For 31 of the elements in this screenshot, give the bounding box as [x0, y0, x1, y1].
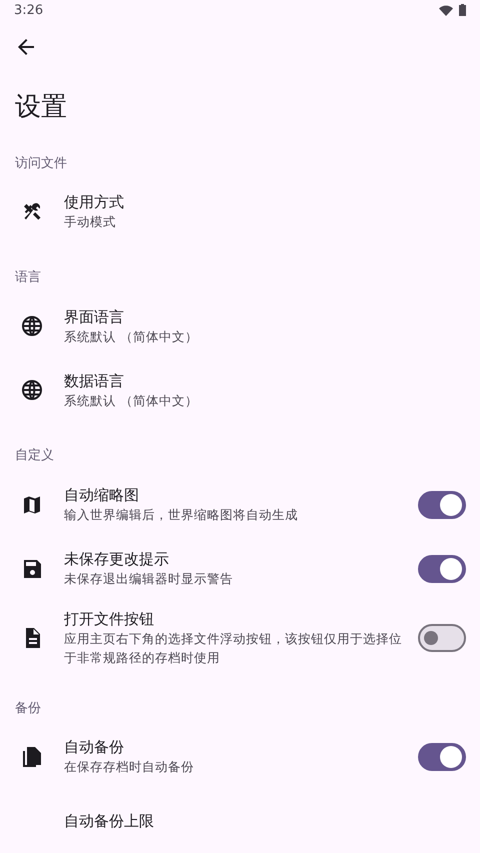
status-time: 3:26	[14, 2, 44, 18]
toggle-switch[interactable]	[418, 742, 466, 771]
section-header: 语言	[15, 269, 41, 286]
setting-title: 自动备份	[64, 737, 125, 758]
setting-title: 数据语言	[64, 370, 125, 391]
setting-title: 使用方式	[64, 192, 125, 212]
globe-icon	[20, 314, 44, 338]
copy-icon	[20, 744, 44, 769]
setting-description: 系统默认 （简体中文）	[64, 392, 199, 410]
section-header: 备份	[15, 700, 41, 717]
wifi-icon	[439, 4, 453, 16]
globe-icon	[20, 378, 44, 402]
setting-description: 在保存存档时自动备份	[64, 758, 195, 776]
setting-description: 手动模式	[64, 213, 117, 232]
back-arrow-icon	[18, 38, 34, 55]
toggle-switch[interactable]	[418, 554, 466, 583]
setting-title: 自动备份上限	[64, 810, 155, 831]
setting-title: 打开文件按钮	[64, 608, 155, 629]
toggle-switch[interactable]	[418, 624, 466, 652]
battery-icon	[459, 4, 466, 16]
setting-title: 未保存更改提示	[64, 549, 170, 570]
section-header: 自定义	[15, 447, 54, 464]
setting-title: 界面语言	[64, 306, 125, 327]
setting-description: 输入世界编辑后，世界缩略图将自动生成	[64, 506, 299, 524]
setting-description: 系统默认 （简体中文）	[64, 328, 199, 346]
toggle-switch[interactable]	[418, 490, 466, 519]
page-title: 设置	[15, 90, 67, 124]
setting-description: 应用主页右下角的选择文件浮动按钮，该按钮仅用于选择位于非常规路径的存档时使用	[64, 630, 402, 667]
setting-description: 未保存退出编辑器时显示警告	[64, 570, 234, 588]
setting-title: 自动缩略图	[64, 485, 140, 506]
section-header: 访问文件	[15, 154, 67, 172]
